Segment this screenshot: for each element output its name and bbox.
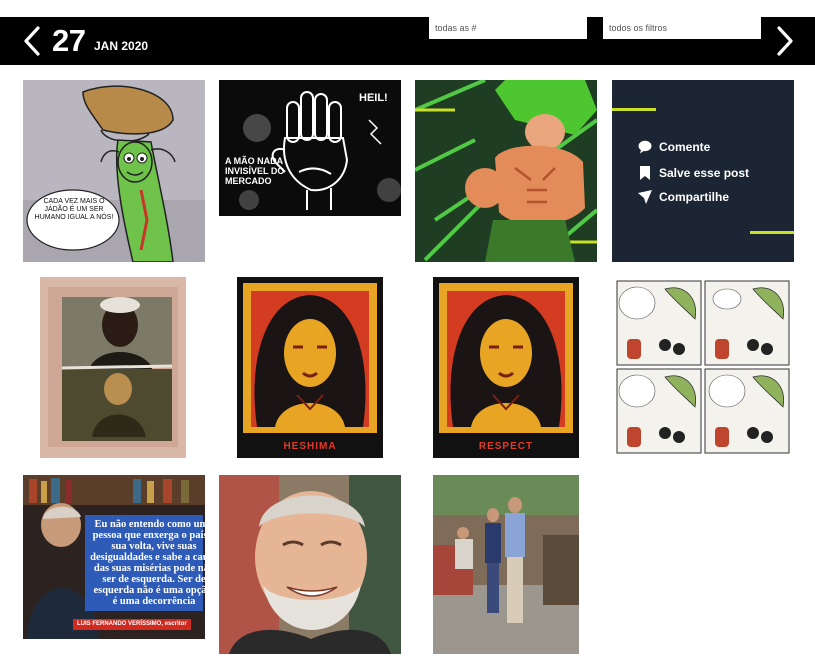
quote-author: LUIS FERNANDO VERÍSSIMO, escritor	[73, 619, 191, 630]
cartoon-alien-image	[23, 80, 205, 262]
post-tile-comic-strip[interactable]	[615, 279, 791, 455]
accent-line-bottom	[750, 231, 794, 234]
comment-icon	[638, 140, 652, 154]
collage-portrait-image	[40, 277, 186, 458]
poster-heshima-image	[237, 277, 383, 458]
poster-respect-caption: RESPECT	[478, 441, 534, 452]
save-post-label: Salve esse post	[659, 166, 750, 180]
next-day-button[interactable]	[769, 25, 799, 57]
poster-heshima-caption: HESHIMA	[283, 441, 337, 452]
heil-caption: HEIL!	[359, 92, 388, 104]
all-filters-input[interactable]	[603, 17, 761, 39]
accent-line-top	[612, 108, 656, 111]
post-tile-poster-respect[interactable]: RESPECT	[433, 277, 579, 458]
post-tile-cartoon-alien[interactable]: CADA VEZ MAIS O JÁDÃO É UM SER HUMANO IG…	[23, 80, 205, 262]
date-header-bar: 27 JAN 2020	[0, 17, 815, 65]
bookmark-icon	[640, 166, 650, 180]
post-tile-street-scene[interactable]	[433, 475, 579, 654]
send-icon	[638, 190, 652, 204]
post-tile-quote-verissimo[interactable]: Eu não entendo como uma pessoa que enxer…	[23, 475, 205, 639]
hashtag-filter-input[interactable]	[429, 17, 587, 39]
comic-strip-image	[615, 279, 791, 455]
save-post-action[interactable]: Salve esse post	[638, 166, 749, 180]
post-tile-poster-heshima[interactable]: HESHIMA	[237, 277, 383, 458]
post-actions-card: Comente Salve esse post Compartilhe	[612, 80, 794, 262]
post-tile-collage-portrait[interactable]	[40, 277, 186, 458]
chevron-right-icon	[777, 26, 793, 56]
chevron-left-icon	[24, 26, 40, 56]
street-scene-image	[433, 475, 579, 654]
smiling-portrait-image	[219, 475, 401, 654]
quote-text: Eu não entendo como uma pessoa que enxer…	[90, 519, 205, 607]
invisible-hand-caption: A MÃO NADA INVISÍVEL DO MERCADO	[225, 156, 285, 186]
cartoon-speech-text: CADA VEZ MAIS O JÁDÃO É UM SER HUMANO IG…	[34, 198, 114, 221]
poster-respect-image	[433, 277, 579, 458]
previous-day-button[interactable]	[18, 25, 48, 57]
post-tile-invisible-hand[interactable]: HEIL! A MÃO NADA INVISÍVEL DO MERCADO	[219, 80, 401, 216]
comment-action[interactable]: Comente	[638, 140, 710, 154]
post-tile-smiling-portrait[interactable]	[219, 475, 401, 654]
post-tile-anime-warrior[interactable]	[415, 80, 597, 262]
share-label: Compartilhe	[659, 190, 730, 204]
share-action[interactable]: Compartilhe	[638, 190, 729, 204]
comment-label: Comente	[659, 140, 711, 154]
anime-warrior-image	[415, 80, 597, 262]
date-month-year: JAN 2020	[94, 39, 149, 53]
date-day: 27	[52, 23, 86, 58]
